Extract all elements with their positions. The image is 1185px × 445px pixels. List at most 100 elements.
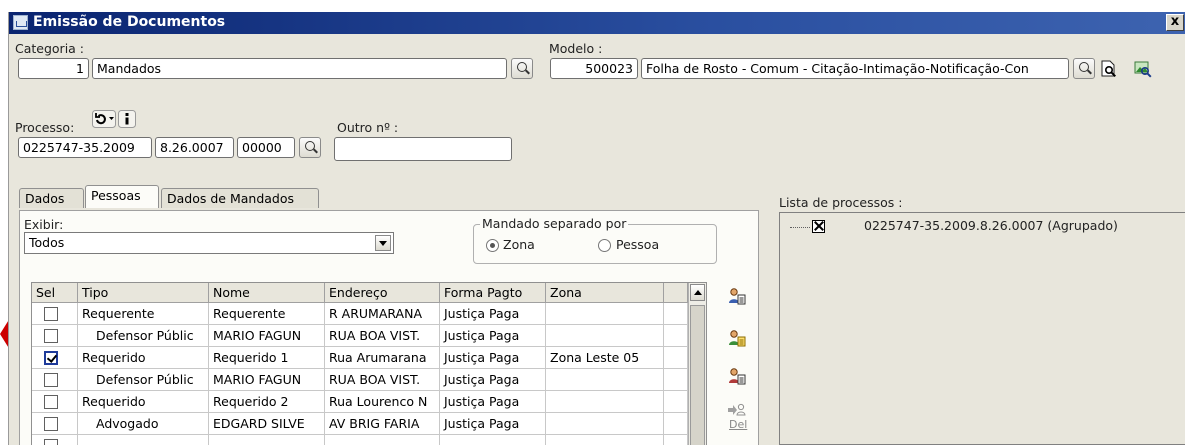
modelo-code-input[interactable]: 500023 bbox=[550, 58, 638, 79]
tipo-cell[interactable]: Requerente bbox=[78, 303, 209, 325]
categoria-search-button[interactable] bbox=[511, 58, 533, 79]
nome-cell[interactable]: Requerido 1 bbox=[209, 347, 325, 369]
table-row[interactable]: Advogado EDGARD SILVE AV BRIG FARIA Justiça… bbox=[32, 413, 688, 435]
app-icon bbox=[13, 15, 28, 30]
table-row[interactable] bbox=[32, 435, 688, 445]
process-checkbox[interactable] bbox=[812, 220, 825, 233]
add-person-icon[interactable] bbox=[727, 286, 747, 306]
zona-cell[interactable] bbox=[546, 413, 664, 435]
pagto-cell[interactable]: Justiça Paga bbox=[440, 391, 546, 413]
pagto-cell[interactable]: Justiça Paga bbox=[440, 325, 546, 347]
modelo-search-button[interactable] bbox=[1073, 58, 1095, 79]
chevron-down-icon[interactable] bbox=[375, 235, 391, 251]
pagto-cell[interactable] bbox=[440, 435, 546, 445]
exibir-value: Todos bbox=[29, 235, 65, 250]
column-header-endereco[interactable]: Endereço bbox=[325, 283, 440, 303]
radio-zona[interactable] bbox=[486, 239, 499, 252]
row-checkbox[interactable] bbox=[44, 395, 58, 409]
row-checkbox[interactable] bbox=[44, 351, 58, 365]
preview-document-icon[interactable] bbox=[1100, 60, 1118, 78]
tipo-cell[interactable]: Requerido bbox=[78, 391, 209, 413]
column-header-sel[interactable]: Sel bbox=[32, 283, 78, 303]
process-item-label[interactable]: 0225747-35.2009.8.26.0007 (Agrupado) bbox=[864, 218, 1118, 233]
search-icon bbox=[305, 141, 315, 151]
scroll-thumb[interactable] bbox=[690, 305, 705, 445]
nome-cell[interactable]: EDGARD SILVE bbox=[209, 413, 325, 435]
row-checkbox[interactable] bbox=[44, 329, 58, 343]
nome-cell[interactable]: Requerido 2 bbox=[209, 391, 325, 413]
table-row[interactable]: Requerente Requerente R ARUMARANA Justiça P… bbox=[32, 303, 688, 325]
spacer-cell bbox=[664, 413, 688, 435]
spacer-cell bbox=[664, 347, 688, 369]
processo-foro-input[interactable]: 00000 bbox=[237, 137, 295, 158]
endereco-cell[interactable]: RUA BOA VIST. bbox=[325, 325, 440, 347]
pagto-cell[interactable]: Justiça Paga bbox=[440, 303, 546, 325]
tipo-cell[interactable]: Advogado bbox=[78, 413, 209, 435]
tipo-cell[interactable] bbox=[78, 435, 209, 445]
info-icon[interactable] bbox=[118, 110, 136, 128]
pagto-cell[interactable]: Justiça Paga bbox=[440, 369, 546, 391]
sel-cell bbox=[32, 413, 78, 435]
modelo-label: Modelo : bbox=[549, 41, 603, 56]
categoria-code-input[interactable]: 1 bbox=[18, 58, 89, 79]
row-checkbox[interactable] bbox=[44, 417, 58, 431]
column-header-zona[interactable]: Zona bbox=[546, 283, 664, 303]
endereco-cell[interactable]: AV BRIG FARIA bbox=[325, 413, 440, 435]
view-image-icon[interactable] bbox=[1134, 60, 1152, 78]
nome-cell[interactable]: MARIO FAGUN bbox=[209, 325, 325, 347]
nome-cell[interactable]: Requerente bbox=[209, 303, 325, 325]
zona-cell[interactable] bbox=[546, 435, 664, 445]
processo-search-button[interactable] bbox=[299, 137, 321, 158]
table-row[interactable]: Requerido Requerido 1 Rua Arumarana Justiça… bbox=[32, 347, 688, 369]
tab-pessoas-label: Pessoas bbox=[91, 188, 141, 203]
spacer-cell bbox=[664, 303, 688, 325]
delete-label[interactable]: Del bbox=[729, 418, 747, 431]
row-checkbox[interactable] bbox=[44, 373, 58, 387]
radio-pessoa[interactable] bbox=[598, 239, 611, 252]
nome-cell[interactable] bbox=[209, 435, 325, 445]
zona-cell[interactable] bbox=[546, 369, 664, 391]
pessoas-grid: Sel Tipo Nome Endereço Forma Pagto Zona … bbox=[31, 282, 707, 445]
pagto-cell[interactable]: Justiça Paga bbox=[440, 413, 546, 435]
nome-cell[interactable]: MARIO FAGUN bbox=[209, 369, 325, 391]
processo-suffix-input[interactable]: 8.26.0007 bbox=[155, 137, 234, 158]
pagto-cell[interactable]: Justiça Paga bbox=[440, 347, 546, 369]
tab-dados-de-mandados-label: Dados de Mandados bbox=[167, 191, 295, 206]
close-button[interactable]: x bbox=[1166, 14, 1184, 31]
endereco-cell[interactable]: Rua Arumarana bbox=[325, 347, 440, 369]
scroll-up-arrow-icon[interactable] bbox=[690, 284, 705, 301]
row-checkbox[interactable] bbox=[44, 307, 58, 321]
processo-number-input[interactable]: 0225747-35.2009 bbox=[18, 137, 152, 158]
table-row[interactable]: Requerido Requerido 2 Rua Lourenco N Justiç… bbox=[32, 391, 688, 413]
endereco-cell[interactable]: Rua Lourenco N bbox=[325, 391, 440, 413]
exibir-select[interactable]: Todos bbox=[24, 232, 394, 254]
person-document-icon[interactable] bbox=[727, 366, 747, 386]
column-header-tipo[interactable]: Tipo bbox=[78, 283, 209, 303]
endereco-cell[interactable] bbox=[325, 435, 440, 445]
categoria-name-input[interactable]: Mandados bbox=[92, 58, 507, 79]
table-row[interactable]: Defensor Públic MARIO FAGUN RUA BOA VIST. J… bbox=[32, 325, 688, 347]
table-row[interactable]: Defensor Públic MARIO FAGUN RUA BOA VIST. J… bbox=[32, 369, 688, 391]
zona-cell[interactable] bbox=[546, 303, 664, 325]
outro-input[interactable] bbox=[334, 137, 512, 161]
endereco-cell[interactable]: RUA BOA VIST. bbox=[325, 369, 440, 391]
tipo-cell[interactable]: Defensor Públic bbox=[78, 325, 209, 347]
exibir-label: Exibir: bbox=[24, 217, 64, 232]
row-checkbox[interactable] bbox=[44, 439, 58, 445]
tab-pessoas[interactable]: Pessoas bbox=[85, 185, 159, 208]
zona-cell[interactable] bbox=[546, 391, 664, 413]
modelo-name-input[interactable]: Folha de Rosto - Comum - Citação-Intimaç… bbox=[641, 58, 1069, 79]
endereco-cell[interactable]: R ARUMARANA bbox=[325, 303, 440, 325]
zona-cell[interactable]: Zona Leste 05 bbox=[546, 347, 664, 369]
tipo-cell[interactable]: Defensor Públic bbox=[78, 369, 209, 391]
zona-cell[interactable] bbox=[546, 325, 664, 347]
tab-dados[interactable]: Dados bbox=[19, 188, 84, 208]
vertical-scrollbar[interactable] bbox=[688, 283, 706, 445]
tipo-cell[interactable]: Requerido bbox=[78, 347, 209, 369]
column-header-nome[interactable]: Nome bbox=[209, 283, 325, 303]
undo-dropdown-icon[interactable] bbox=[92, 110, 116, 128]
edit-person-icon[interactable] bbox=[727, 328, 747, 348]
mandado-separado-label: Mandado separado por bbox=[480, 216, 629, 231]
tab-dados-de-mandados[interactable]: Dados de Mandados bbox=[161, 188, 319, 208]
column-header-forma-pagto[interactable]: Forma Pagto bbox=[440, 283, 546, 303]
